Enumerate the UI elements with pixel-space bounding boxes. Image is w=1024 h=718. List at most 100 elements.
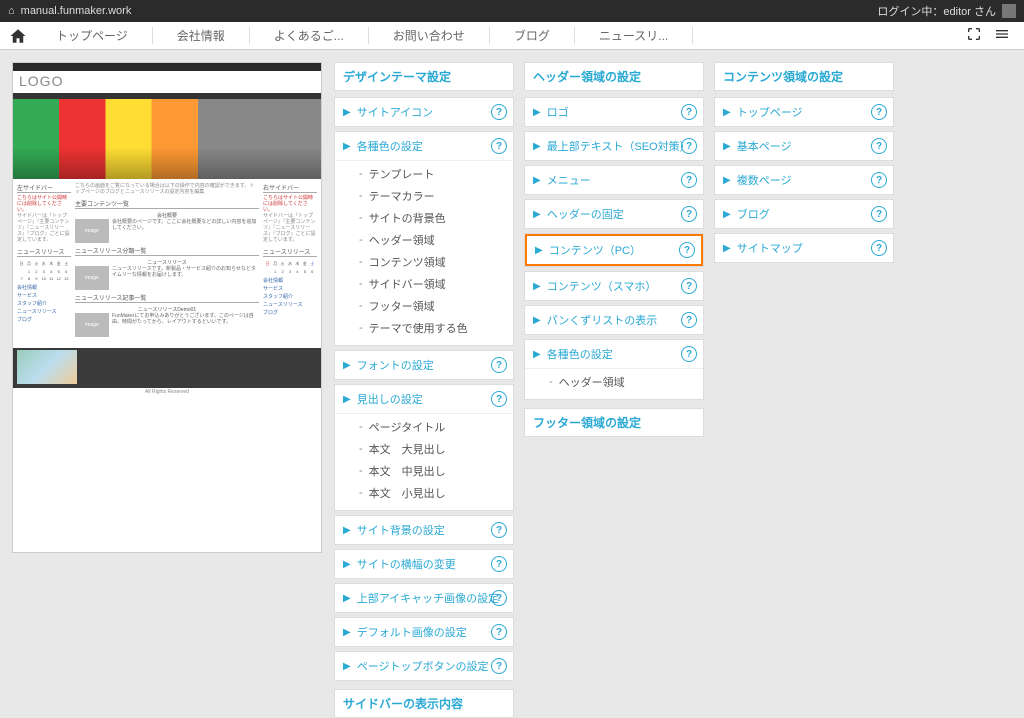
- setting-row[interactable]: ▶ 複数ページ: [715, 166, 893, 194]
- setting-sub-item[interactable]: テーマで使用する色: [335, 317, 513, 339]
- setting-label: パンくずリストの表示: [547, 312, 658, 328]
- chevron-right-icon: ▶: [533, 175, 541, 186]
- setting-label: メニュー: [547, 172, 591, 188]
- setting-sub-item[interactable]: コンテンツ領域: [335, 251, 513, 273]
- setting-label: 各種色の設定: [357, 138, 423, 154]
- chevron-right-icon: ▶: [533, 107, 541, 118]
- setting-row[interactable]: ▶ 上部アイキャッチ画像の設定: [335, 584, 513, 612]
- chevron-right-icon: ▶: [723, 107, 731, 118]
- chevron-right-icon: ▶: [533, 349, 541, 360]
- home-small-icon: ⌂: [8, 5, 15, 17]
- setting-label: ヘッダーの固定: [547, 206, 624, 222]
- setting-row[interactable]: ▶ メニュー: [525, 166, 703, 194]
- setting-label: デフォルト画像の設定: [357, 624, 467, 640]
- menu-icon[interactable]: [994, 26, 1010, 45]
- setting-sub-item[interactable]: テンプレート: [335, 163, 513, 185]
- panel-title-1: ヘッダー領域の設定: [524, 62, 704, 91]
- setting-row[interactable]: ▶ コンテンツ（PC）: [525, 234, 703, 266]
- setting-label: フォントの設定: [357, 357, 434, 373]
- nav-item-2[interactable]: よくあるご...: [250, 27, 369, 44]
- setting-sub-item[interactable]: ヘッダー領域: [335, 229, 513, 251]
- setting-label: 上部アイキャッチ画像の設定: [357, 590, 499, 606]
- setting-row[interactable]: ▶ 基本ページ: [715, 132, 893, 160]
- site-preview: LOGO 左サイドバー こちらはサイト公開時には削除してください。 サイドバーは…: [12, 62, 322, 553]
- setting-sub-item[interactable]: 本文 中見出し: [335, 460, 513, 482]
- chevron-right-icon: ▶: [723, 175, 731, 186]
- chevron-right-icon: ▶: [343, 141, 351, 152]
- setting-sub-item[interactable]: テーマカラー: [335, 185, 513, 207]
- setting-row[interactable]: ▶ サイトの横幅の変更: [335, 550, 513, 578]
- home-icon[interactable]: [4, 27, 32, 45]
- nav-item-4[interactable]: ブログ: [490, 27, 575, 44]
- chevron-right-icon: ▶: [343, 559, 351, 570]
- setting-row[interactable]: ▶ サイトアイコン: [335, 98, 513, 126]
- setting-label: ブログ: [737, 206, 770, 222]
- chevron-right-icon: ▶: [723, 209, 731, 220]
- nav-bar: トップページ会社情報よくあるご...お問い合わせブログニュースリ...: [0, 22, 1024, 50]
- setting-label: 基本ページ: [737, 138, 792, 154]
- setting-label: サイトの横幅の変更: [357, 556, 456, 572]
- top-bar: ⌂ manual.funmaker.work ログイン中：editor さん: [0, 0, 1024, 22]
- nav-item-5[interactable]: ニュースリ...: [575, 27, 693, 44]
- chevron-right-icon: ▶: [533, 315, 541, 326]
- setting-label: コンテンツ（スマホ）: [547, 278, 657, 294]
- panel-footer-title: フッター領域の設定: [524, 408, 704, 437]
- nav-item-3[interactable]: お問い合わせ: [369, 27, 490, 44]
- setting-row[interactable]: ▶ 最上部テキスト（SEO対策）: [525, 132, 703, 160]
- setting-label: 見出しの設定: [357, 391, 423, 407]
- setting-sub-item[interactable]: ページタイトル: [335, 416, 513, 438]
- chevron-right-icon: ▶: [343, 525, 351, 536]
- setting-row[interactable]: ▶ ロゴ: [525, 98, 703, 126]
- chevron-right-icon: ▶: [343, 593, 351, 604]
- setting-label: 各種色の設定: [547, 346, 613, 362]
- setting-label: サイト背景の設定: [357, 522, 445, 538]
- setting-sub-item[interactable]: 本文 小見出し: [335, 482, 513, 504]
- setting-row[interactable]: ▶ ブログ: [715, 200, 893, 228]
- setting-sub-item[interactable]: 本文 大見出し: [335, 438, 513, 460]
- setting-row[interactable]: ▶ 各種色の設定: [525, 340, 703, 369]
- setting-row[interactable]: ▶ 各種色の設定: [335, 132, 513, 161]
- setting-row[interactable]: ▶ サイト背景の設定: [335, 516, 513, 544]
- setting-label: サイトアイコン: [357, 104, 433, 120]
- url-text: manual.funmaker.work: [21, 5, 878, 17]
- setting-label: 複数ページ: [737, 172, 792, 188]
- setting-row[interactable]: ▶ページトップボタンの設定: [335, 652, 513, 680]
- chevron-right-icon: ▶: [343, 627, 351, 638]
- setting-label: 最上部テキスト（SEO対策）: [547, 138, 691, 154]
- preview-logo: LOGO: [19, 73, 63, 89]
- setting-row[interactable]: ▶ コンテンツ（スマホ）: [525, 272, 703, 300]
- chevron-right-icon: ▶: [535, 245, 543, 256]
- setting-row[interactable]: ▶ トップページ: [715, 98, 893, 126]
- avatar-icon[interactable]: [1002, 4, 1016, 18]
- setting-sub-item[interactable]: サイトの背景色: [335, 207, 513, 229]
- chevron-right-icon: ▶: [723, 141, 731, 152]
- nav-item-1[interactable]: 会社情報: [153, 27, 250, 44]
- chevron-right-icon: ▶: [343, 394, 351, 405]
- setting-label: ページトップボタンの設定: [357, 658, 489, 674]
- chevron-right-icon: ▶: [533, 141, 541, 152]
- chevron-right-icon: ▶: [533, 281, 541, 292]
- setting-sub-item[interactable]: ヘッダー領域: [525, 371, 703, 393]
- setting-label: コンテンツ（PC）: [549, 242, 641, 258]
- panel-footer-title: サイドバーの表示内容: [334, 689, 514, 718]
- chevron-right-icon: ▶: [343, 107, 351, 118]
- chevron-right-icon: ▶: [723, 243, 731, 254]
- setting-row[interactable]: ▶ フォントの設定: [335, 351, 513, 379]
- setting-sub-item[interactable]: サイドバー領域: [335, 273, 513, 295]
- preview-hero: [13, 99, 321, 179]
- panel-title-2: コンテンツ領域の設定: [714, 62, 894, 91]
- setting-row[interactable]: ▶ ヘッダーの固定: [525, 200, 703, 228]
- setting-row[interactable]: ▶ サイトマップ: [715, 234, 893, 262]
- setting-row[interactable]: ▶ パンくずリストの表示: [525, 306, 703, 334]
- setting-label: サイトマップ: [737, 240, 803, 256]
- setting-row[interactable]: ▶ 見出しの設定: [335, 385, 513, 414]
- setting-row[interactable]: ▶ デフォルト画像の設定: [335, 618, 513, 646]
- setting-label: ロゴ: [547, 104, 569, 120]
- setting-sub-item[interactable]: フッター領域: [335, 295, 513, 317]
- panel-title-0: デザインテーマ設定: [334, 62, 514, 91]
- nav-item-0[interactable]: トップページ: [32, 27, 153, 44]
- setting-label: トップページ: [737, 104, 803, 120]
- fullscreen-icon[interactable]: [966, 26, 982, 45]
- chevron-right-icon: ▶: [343, 360, 351, 371]
- chevron-right-icon: ▶: [533, 209, 541, 220]
